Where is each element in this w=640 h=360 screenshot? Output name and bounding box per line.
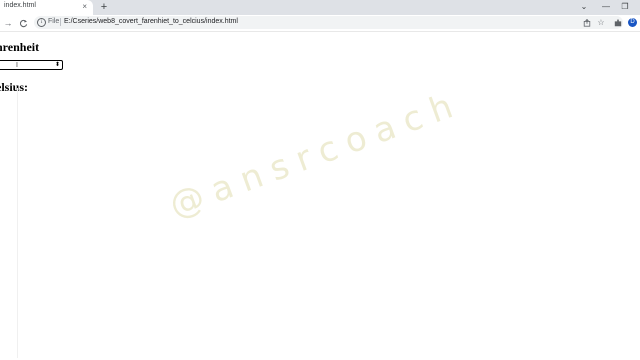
puzzle-icon[interactable] (612, 16, 624, 30)
maximize-button[interactable]: ❐ (617, 1, 633, 13)
tab-title: index.html (4, 2, 36, 9)
tab-search-dropdown-icon[interactable]: ⌄ (576, 1, 592, 13)
minimize-button[interactable]: — (598, 1, 614, 13)
fahrenheit-heading: hrenheit (0, 40, 40, 54)
reload-icon (19, 19, 27, 28)
watermark: @ansrcoach (164, 83, 468, 226)
celsius-heading: elsius: (0, 80, 29, 94)
reload-button[interactable] (17, 16, 29, 30)
text-cursor-icon: I (16, 62, 18, 69)
new-tab-button[interactable]: + (99, 0, 109, 14)
address-bar[interactable]: i File E:/Cseries/web8_covert_farenhiet_… (34, 16, 623, 29)
select-arrows-icon: ⬍ (54, 62, 60, 68)
tab-index-html[interactable]: index.html × (0, 0, 93, 15)
address-scheme-label: File (48, 18, 60, 25)
forward-button[interactable]: → (2, 16, 14, 30)
share-glyph (583, 18, 591, 27)
star-icon[interactable]: ☆ (596, 17, 606, 28)
address-divider (60, 18, 61, 26)
profile-avatar[interactable]: D (628, 18, 637, 27)
address-url[interactable]: E:/Cseries/web8_covert_farenhiet_to_celc… (64, 18, 238, 25)
divider (17, 88, 18, 358)
page-content: hrenheit ⬍ I elsius: @ansrcoach (0, 32, 640, 360)
tab-close-icon[interactable]: × (82, 1, 87, 13)
tab-strip: index.html × + ⌄ — ❐ (0, 0, 640, 15)
temperature-select[interactable]: ⬍ (0, 60, 63, 70)
info-icon[interactable]: i (37, 18, 46, 27)
share-icon[interactable] (582, 17, 592, 28)
browser-toolbar: → i File E:/Cseries/web8_covert_farenhie… (0, 15, 640, 32)
extensions-glyph (614, 19, 622, 27)
